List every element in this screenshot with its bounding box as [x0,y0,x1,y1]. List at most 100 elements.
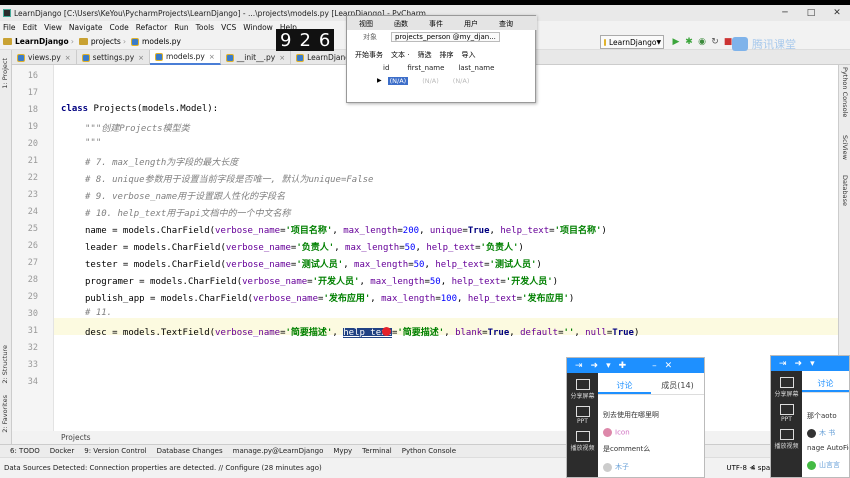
watermark: 腾讯课堂 [732,35,828,53]
menu-tools[interactable]: Tools [193,23,218,32]
project-tool-tab[interactable]: 1: Project [1,58,9,89]
sciview-tool-tab[interactable]: SciView [841,135,849,160]
code-editor[interactable]: class Projects(models.Model): """创建Proje… [54,65,838,431]
forward-icon[interactable]: ➜ [591,361,599,371]
tab-settings-py[interactable]: settings.py × [77,50,151,65]
db-cell[interactable]: (N/A) [387,76,409,85]
python-icon [604,38,606,46]
db-begin-transaction-button[interactable]: 开始事务 [355,50,383,60]
share-screen-button[interactable]: 分享屏幕 [771,377,802,398]
run-icon[interactable]: ▶ [670,36,682,48]
breadcrumb-separator: › [70,37,74,46]
database-tool-tab[interactable]: Database [841,175,849,206]
db-table-tab[interactable]: projects_person @my_djan... [391,31,500,42]
close-tab-icon[interactable]: × [279,54,285,62]
chevron-down-icon[interactable]: ▾ [606,361,611,371]
db-tab-functions[interactable]: 函数 [382,16,417,30]
tab-discussion[interactable]: 讨论 [802,371,849,392]
line-number: 21 [27,156,38,166]
mypy-tool-button[interactable]: Mypy [333,447,352,455]
play-video-button[interactable]: 播放视频 [567,431,598,452]
breadcrumb-package[interactable]: projects [78,37,121,46]
debug-icon[interactable]: ✱ [683,36,695,48]
share-icon[interactable]: ⇥ [779,359,787,369]
share-icon[interactable]: ⇥ [575,361,583,371]
menu-file[interactable]: File [0,23,20,32]
overlay-digit: 2 [299,29,311,51]
docker-tool-button[interactable]: Docker [50,447,75,455]
db-text-button[interactable]: 文本 · [391,50,409,60]
window-controls: ─ □ ✕ [772,5,850,21]
menu-navigate[interactable]: Navigate [66,23,107,32]
menu-code[interactable]: Code [107,23,133,32]
forward-icon[interactable]: ➜ [795,359,803,369]
menu-vcs[interactable]: VCS [218,23,240,32]
db-objects-label[interactable]: 对象 [363,32,377,42]
minimize-chat-icon[interactable]: – [652,361,657,371]
tab-members[interactable]: 成员(14) [651,373,704,394]
terminal-tool-button[interactable]: Terminal [362,447,392,455]
run-config-label: LearnDjango [609,37,657,47]
close-tab-icon[interactable]: × [209,53,215,61]
python-console-tool-button[interactable]: Python Console [402,447,456,455]
db-cell[interactable]: (N/A) [422,77,439,85]
line-number: 33 [27,360,38,370]
avatar [807,460,816,470]
chat-message: nage AutoFie [807,444,850,452]
menu-edit[interactable]: Edit [20,23,42,32]
maximize-button[interactable]: □ [798,5,824,21]
minimize-button[interactable]: ─ [772,5,798,21]
share-screen-button[interactable]: 分享屏幕 [567,379,598,400]
db-tab-views[interactable]: 视图 [347,16,382,30]
database-changes-tool-button[interactable]: Database Changes [157,447,223,455]
tab-views-py[interactable]: views.py × [12,50,77,65]
favorites-tool-tab[interactable]: 2: Favorites [1,395,9,433]
chevron-down-icon: ▼ [656,38,662,46]
db-filter-button[interactable]: 筛选 [417,50,431,60]
menu-refactor[interactable]: Refactor [133,23,171,32]
project-status-label: Projects [54,431,838,444]
chat-message: Icon [603,428,630,437]
run-configuration-select[interactable]: LearnDjango ▼ [600,35,664,49]
menu-run[interactable]: Run [171,23,192,32]
breadcrumb-separator: › [122,37,127,46]
breadcrumb-project[interactable]: LearnDjango [3,37,69,46]
status-message[interactable]: Data Sources Detected: Connection proper… [4,464,322,472]
code-line-23: # 9. verbose_name用于设置跟人性化的字段名 [85,192,286,202]
close-tab-icon[interactable]: × [65,54,71,62]
structure-tool-tab[interactable]: 2: Structure [1,345,9,384]
ppt-button[interactable]: PPT [567,406,598,425]
avatar [603,462,612,472]
menu-view[interactable]: View [41,23,66,32]
todo-tool-button[interactable]: 6: TODO [10,447,40,455]
db-tab-users[interactable]: 用户 [452,16,487,30]
pin-icon[interactable]: ✚ [619,361,627,371]
close-chat-icon[interactable]: ✕ [665,361,673,371]
python-console-tool-tab[interactable]: Python Console [841,67,849,117]
code-line-26: leader = models.CharField(verbose_name='… [85,243,524,253]
python-file-icon [296,53,305,62]
close-tab-icon[interactable]: × [138,54,144,62]
breadcrumb-file[interactable]: models.py [131,37,181,46]
db-grid-row[interactable]: ▶ (N/A) (N/A) (N/A) [347,75,537,86]
coverage-icon[interactable]: ◉ [696,36,708,48]
code-line-30: # 11. [85,308,113,318]
line-number: 27 [27,258,38,268]
tab-models-py[interactable]: models.py × [150,50,221,65]
db-cell[interactable]: (N/A) [453,77,470,85]
db-sort-button[interactable]: 排序 [439,50,453,60]
watermark-text: 腾讯课堂 [752,38,796,51]
ppt-button[interactable]: PPT [771,404,802,423]
menu-window[interactable]: Window [240,23,277,32]
play-video-button[interactable]: 播放视频 [771,429,802,450]
profile-icon[interactable]: ↻ [709,36,721,48]
tab-init-py[interactable]: __init__.py × [221,50,292,65]
close-button[interactable]: ✕ [824,5,850,21]
db-tab-events[interactable]: 事件 [417,16,452,30]
manage-py-tool-button[interactable]: manage.py@LearnDjango [233,447,324,455]
version-control-tool-button[interactable]: 9: Version Control [84,447,146,455]
tab-discussion[interactable]: 讨论 [598,373,651,394]
db-import-button[interactable]: 导入 [461,50,475,60]
db-tab-queries[interactable]: 查询 [487,16,522,30]
chevron-down-icon[interactable]: ▾ [810,359,815,369]
